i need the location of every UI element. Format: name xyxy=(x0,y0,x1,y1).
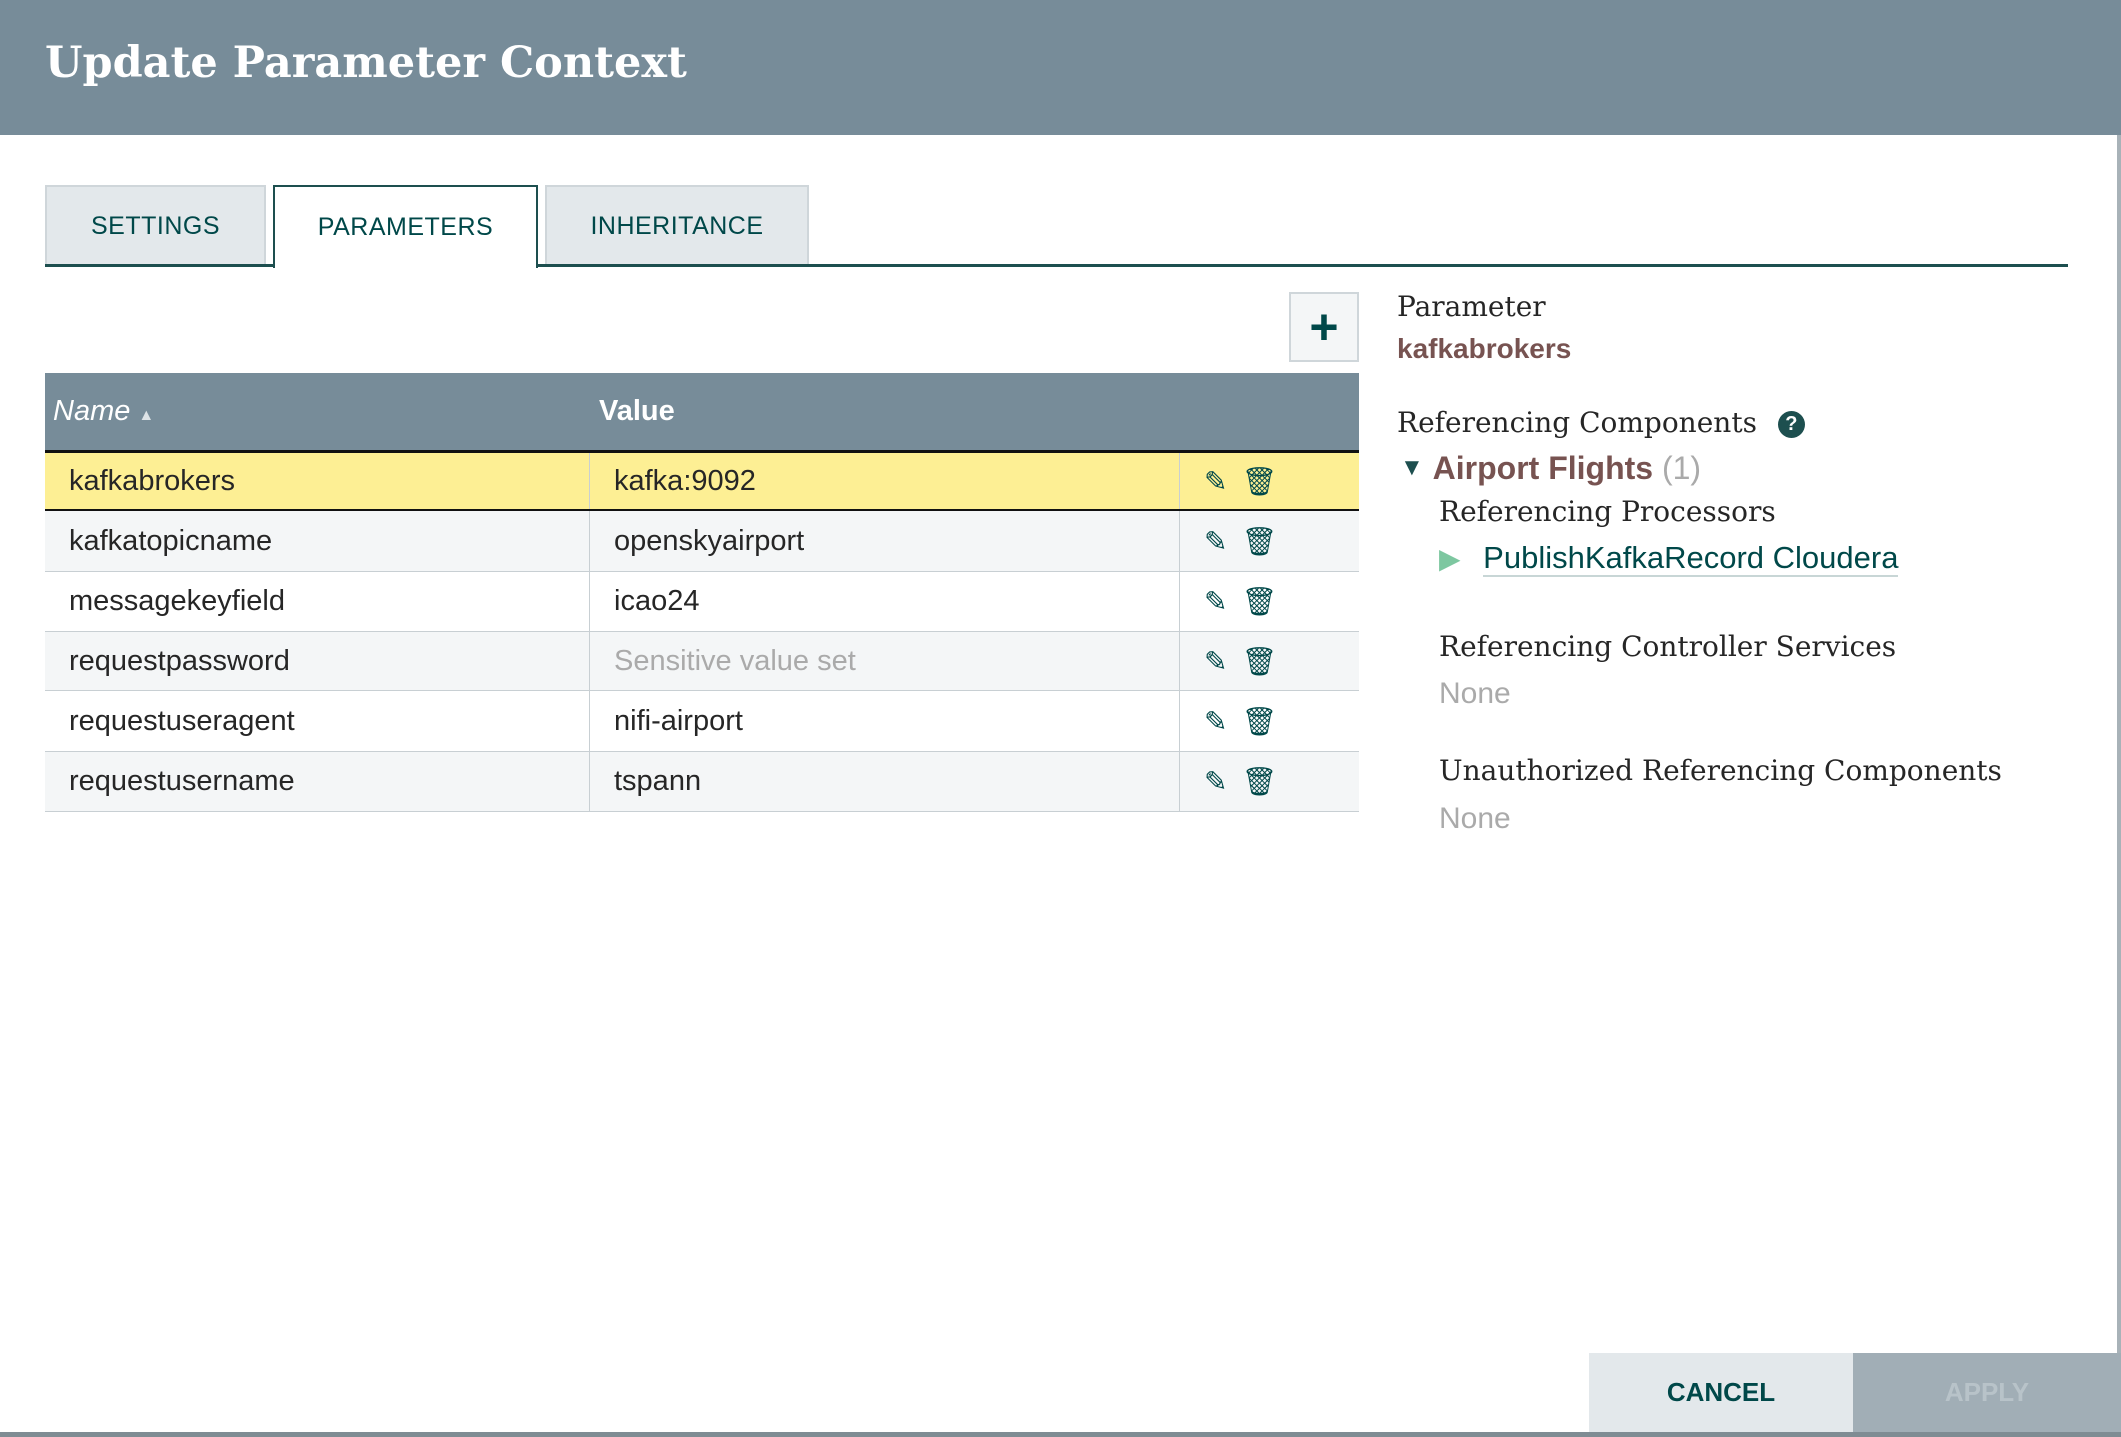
parameter-value-cell: icao24 xyxy=(590,572,1180,631)
parameter-value-cell: openskyairport xyxy=(590,511,1180,571)
tab-parameters[interactable]: PARAMETERS xyxy=(273,185,538,268)
tab-settings[interactable]: SETTINGS xyxy=(45,185,266,266)
referencing-services-label: Referencing Controller Services xyxy=(1439,630,1897,663)
referencing-services-value: None xyxy=(1439,677,1511,710)
parameter-value-cell: Sensitive value set xyxy=(590,632,1180,690)
delete-trash-icon[interactable]: 🗑 xyxy=(1241,705,1277,738)
tab-inheritance[interactable]: INHERITANCE xyxy=(545,185,809,266)
collapse-triangle-icon[interactable]: ▼ xyxy=(1400,454,1424,481)
cancel-button[interactable]: CANCEL xyxy=(1589,1353,1853,1432)
delete-trash-icon[interactable]: 🗑 xyxy=(1241,585,1277,618)
parameter-value-cell: kafka:9092 xyxy=(590,453,1180,509)
sort-ascending-icon: ▲ xyxy=(138,407,155,424)
edit-pencil-icon[interactable]: ✎ xyxy=(1204,645,1227,678)
table-header: Name ▲ Value xyxy=(45,373,1359,453)
table-row[interactable]: kafkatopicname openskyairport ✎ 🗑 xyxy=(45,511,1359,572)
table-row[interactable]: messagekeyfield icao24 ✎ 🗑 xyxy=(45,572,1359,632)
running-play-icon: ▶ xyxy=(1439,543,1461,574)
parameter-name-cell: kafkabrokers xyxy=(45,453,590,509)
table-row[interactable]: requestusername tspann ✎ 🗑 xyxy=(45,752,1359,812)
add-parameter-button[interactable]: + xyxy=(1289,292,1359,362)
delete-trash-icon[interactable]: 🗑 xyxy=(1241,525,1277,558)
edit-pencil-icon[interactable]: ✎ xyxy=(1204,465,1227,498)
processor-item: ▶ PublishKafkaRecord Cloudera xyxy=(1439,540,1899,577)
help-icon[interactable]: ? xyxy=(1777,411,1805,438)
parameter-name-cell: requestusername xyxy=(45,752,590,811)
column-header-name[interactable]: Name ▲ xyxy=(53,395,154,428)
referencing-processors-label: Referencing Processors xyxy=(1439,495,1776,528)
parameter-value-cell: nifi-airport xyxy=(590,691,1180,751)
column-header-value[interactable]: Value xyxy=(599,395,675,428)
edit-pencil-icon[interactable]: ✎ xyxy=(1204,525,1227,558)
dialog-bottom-border xyxy=(0,1432,2121,1437)
process-group-count: (1) xyxy=(1661,450,1702,486)
process-group-item[interactable]: ▼ Airport Flights (1) xyxy=(1400,450,1701,487)
edit-pencil-icon[interactable]: ✎ xyxy=(1204,585,1227,618)
dialog-title: Update Parameter Context xyxy=(45,38,687,88)
parameter-name-cell: kafkatopicname xyxy=(45,511,590,571)
referencing-components-label: Referencing Components ? xyxy=(1397,406,1805,439)
delete-trash-icon[interactable]: 🗑 xyxy=(1241,465,1277,498)
unauthorized-components-value: None xyxy=(1439,802,1511,835)
parameter-value-cell: tspann xyxy=(590,752,1180,811)
edit-pencil-icon[interactable]: ✎ xyxy=(1204,765,1227,798)
unauthorized-components-label: Unauthorized Referencing Components xyxy=(1439,754,2002,787)
processor-link[interactable]: PublishKafkaRecord Cloudera xyxy=(1483,540,1899,577)
parameter-name-cell: requestuseragent xyxy=(45,691,590,751)
edit-pencil-icon[interactable]: ✎ xyxy=(1204,705,1227,738)
table-row[interactable]: requestuseragent nifi-airport ✎ 🗑 xyxy=(45,691,1359,752)
table-row[interactable]: kafkabrokers kafka:9092 ✎ 🗑 xyxy=(45,453,1359,511)
delete-trash-icon[interactable]: 🗑 xyxy=(1241,645,1277,678)
parameter-name-cell: requestpassword xyxy=(45,632,590,690)
parameter-name: kafkabrokers xyxy=(1397,333,1572,364)
plus-icon: + xyxy=(1309,299,1339,355)
delete-trash-icon[interactable]: 🗑 xyxy=(1241,765,1277,798)
parameter-name-cell: messagekeyfield xyxy=(45,572,590,631)
dialog-right-border xyxy=(2117,135,2121,1353)
process-group-name: Airport Flights xyxy=(1432,450,1654,486)
parameter-label: Parameter xyxy=(1397,290,1546,323)
apply-button[interactable]: APPLY xyxy=(1853,1353,2121,1432)
table-row[interactable]: requestpassword Sensitive value set ✎ 🗑 xyxy=(45,632,1359,691)
